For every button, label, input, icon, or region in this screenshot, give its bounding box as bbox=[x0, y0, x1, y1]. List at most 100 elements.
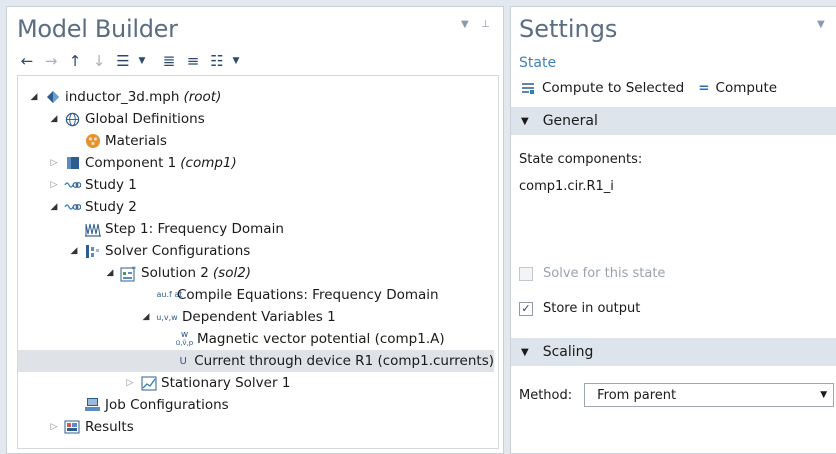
settings-panel: Settings ▼ State Compute to Selected = C… bbox=[510, 6, 836, 454]
scaling-section-header[interactable]: ▼ Scaling bbox=[511, 338, 836, 366]
chevron-down-icon: ▼ bbox=[820, 390, 828, 400]
model-builder-panel: Model Builder ▼ ⊥ ← → ↑ ↓ ☰ ▼ ≣ ≡ ☷ ▼ ◢ … bbox=[6, 6, 504, 454]
tree-label: Results bbox=[85, 419, 134, 435]
expand-arrow-icon[interactable]: ▷ bbox=[48, 157, 60, 169]
move-up-icon[interactable]: ↑ bbox=[65, 51, 85, 71]
tree-node-study-1[interactable]: ▷ Study 1 bbox=[18, 174, 498, 196]
compute-label: Compute bbox=[715, 79, 778, 96]
study-icon bbox=[64, 177, 81, 194]
collapse-arrow-icon[interactable]: ◢ bbox=[48, 113, 60, 125]
tree-label: Study 2 bbox=[85, 199, 137, 215]
solve-for-state-label: Solve for this state bbox=[543, 266, 666, 281]
settings-subtitle: State bbox=[519, 55, 557, 71]
stationary-solver-icon bbox=[140, 375, 157, 392]
move-down-icon[interactable]: ↓ bbox=[89, 51, 109, 71]
model-root-icon bbox=[44, 89, 61, 106]
tree-node-step-1[interactable]: Step 1: Frequency Domain bbox=[18, 218, 498, 240]
expand-arrow-icon[interactable]: ▷ bbox=[124, 377, 136, 389]
store-in-output-checkbox[interactable]: ✓ Store in output bbox=[519, 301, 640, 316]
tree-node-dependent-variables[interactable]: ◢ u,v,w Dependent Variables 1 bbox=[18, 306, 498, 328]
checkbox-box[interactable] bbox=[519, 266, 533, 281]
general-section-label: General bbox=[542, 113, 598, 129]
tree-label: Current through device R1 (comp1.current… bbox=[194, 353, 494, 369]
expand-all-icon[interactable]: ≡ bbox=[183, 51, 203, 71]
checkbox-checked[interactable]: ✓ bbox=[519, 301, 533, 316]
globe-icon bbox=[64, 111, 81, 128]
scaling-section-label: Scaling bbox=[542, 344, 594, 360]
state-variable-icon: U bbox=[176, 353, 190, 370]
tree-label: Magnetic vector potential (comp1.A) bbox=[197, 331, 445, 347]
field-variable-icon-text: w bbox=[180, 330, 189, 340]
model-builder-toolbar: ← → ↑ ↓ ☰ ▼ ≣ ≡ ☷ ▼ bbox=[17, 51, 241, 71]
tree-node-compile-equations[interactable]: au.f at Compile Equations: Frequency Dom… bbox=[18, 284, 498, 306]
tree-label: Solver Configurations bbox=[105, 243, 251, 259]
settings-title: Settings bbox=[519, 15, 618, 43]
tree-node-materials[interactable]: Materials bbox=[18, 130, 498, 152]
tree-label: inductor_3d.mph bbox=[65, 89, 180, 105]
collapse-arrow-icon[interactable]: ◢ bbox=[68, 245, 80, 257]
tree-label-suffix: (comp1) bbox=[180, 155, 237, 171]
tree-label: Dependent Variables 1 bbox=[182, 309, 336, 325]
compile-equations-icon-text: au.f at bbox=[156, 290, 183, 299]
compute-to-selected-button[interactable]: Compute to Selected bbox=[519, 79, 684, 96]
tree-label: Component 1 bbox=[85, 155, 177, 171]
job-configurations-icon bbox=[84, 397, 101, 414]
tree-label: Stationary Solver 1 bbox=[161, 375, 291, 391]
collapse-arrow-icon[interactable]: ◢ bbox=[28, 91, 40, 103]
state-components-label: State components: bbox=[519, 152, 643, 167]
tree-node-stationary-solver[interactable]: ▷ Stationary Solver 1 bbox=[18, 372, 498, 394]
component-icon bbox=[64, 155, 81, 172]
svg-text:*: * bbox=[132, 265, 136, 274]
tree-node-results[interactable]: ▷ Results bbox=[18, 416, 498, 438]
list-view-icon[interactable]: ☷ bbox=[207, 51, 227, 71]
collapse-arrow-icon: ▼ bbox=[521, 346, 529, 358]
tree-node-component-1[interactable]: ▷ Component 1 (comp1) bbox=[18, 152, 498, 174]
general-section-header[interactable]: ▼ General bbox=[511, 107, 836, 135]
minimize-icon[interactable]: ▼ bbox=[461, 19, 469, 30]
chevron-down-icon[interactable]: ▼ bbox=[231, 51, 241, 71]
state-components-value: comp1.cir.R1_i bbox=[519, 179, 614, 194]
tree-node-solution-2[interactable]: ◢ * Solution 2 (sol2) bbox=[18, 262, 498, 284]
tree-label: Job Configurations bbox=[105, 397, 229, 413]
tree-node-solver-configurations[interactable]: ◢ Solver Configurations bbox=[18, 240, 498, 262]
model-tree: ◢ inductor_3d.mph (root) ◢ Global Defini… bbox=[17, 75, 499, 449]
collapse-arrow-icon[interactable]: ◢ bbox=[140, 311, 152, 323]
state-variable-icon-text: U bbox=[179, 355, 187, 367]
collapse-all-icon[interactable]: ≣ bbox=[159, 51, 179, 71]
tree-node-magnetic-vector-potential[interactable]: w ū,ṽ,p Magnetic vector potential (comp1.… bbox=[18, 328, 498, 350]
dependent-variables-icon: u,v,w bbox=[156, 309, 178, 326]
solution-icon: * bbox=[120, 265, 137, 282]
compute-to-selected-icon bbox=[519, 79, 536, 96]
method-label: Method: bbox=[519, 387, 573, 403]
compute-button[interactable]: = Compute bbox=[698, 80, 777, 96]
expand-arrow-icon[interactable]: ▷ bbox=[48, 421, 60, 433]
tree-node-global-definitions[interactable]: ◢ Global Definitions bbox=[18, 108, 498, 130]
collapse-arrow-icon[interactable]: ◢ bbox=[104, 267, 116, 279]
tree-node-current-through-device[interactable]: U Current through device R1 (comp1.curre… bbox=[18, 350, 494, 372]
compile-equations-icon: au.f at bbox=[156, 287, 183, 304]
tree-label: Global Definitions bbox=[85, 111, 205, 127]
pin-icon[interactable]: ⊥ bbox=[481, 19, 490, 30]
back-arrow-icon[interactable]: ← bbox=[17, 51, 37, 71]
frequency-domain-icon bbox=[84, 221, 101, 238]
collapse-arrow-icon[interactable]: ◢ bbox=[48, 201, 60, 213]
tree-label-suffix: (root) bbox=[183, 89, 222, 105]
minimize-icon[interactable]: ▼ bbox=[817, 19, 825, 30]
solve-for-state-checkbox[interactable]: Solve for this state bbox=[519, 266, 665, 281]
method-select-value: From parent bbox=[597, 387, 677, 403]
tree-node-job-configurations[interactable]: Job Configurations bbox=[18, 394, 498, 416]
collapse-arrow-icon: ▼ bbox=[521, 115, 529, 127]
results-icon bbox=[64, 419, 81, 436]
forward-arrow-icon[interactable]: → bbox=[41, 51, 61, 71]
compute-icon: = bbox=[698, 79, 710, 96]
study-icon bbox=[64, 199, 81, 216]
expand-arrow-icon[interactable]: ▷ bbox=[48, 179, 60, 191]
solver-configurations-icon bbox=[84, 243, 101, 260]
tree-node-root[interactable]: ◢ inductor_3d.mph (root) bbox=[18, 86, 498, 108]
materials-icon bbox=[84, 133, 101, 150]
tree-node-study-2[interactable]: ◢ Study 2 bbox=[18, 196, 498, 218]
store-in-output-label: Store in output bbox=[543, 301, 641, 316]
method-select[interactable]: From parent ▼ bbox=[584, 383, 835, 407]
show-filter-icon[interactable]: ☰ bbox=[113, 51, 133, 71]
chevron-down-icon[interactable]: ▼ bbox=[137, 51, 147, 71]
